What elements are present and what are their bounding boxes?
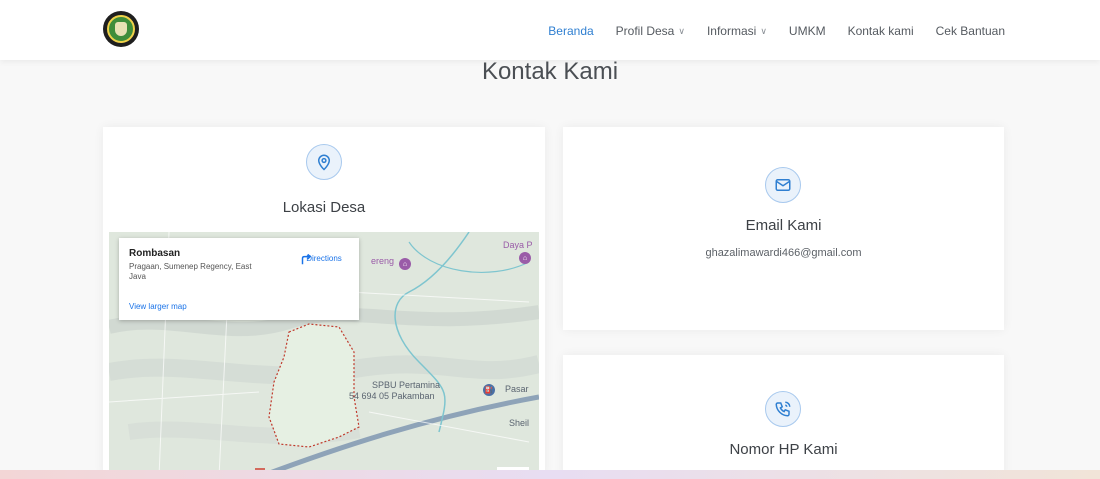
nav-umkm[interactable]: UMKM bbox=[789, 24, 826, 38]
phone-card: Nomor HP Kami bbox=[563, 355, 1004, 479]
directions-button[interactable]: Directions bbox=[299, 252, 349, 265]
mail-icon bbox=[765, 167, 801, 203]
bottom-strip bbox=[0, 470, 1100, 479]
gas-station-icon: ⛽ bbox=[483, 384, 495, 396]
map-poi-icon: ⌂ bbox=[399, 258, 411, 270]
email-heading: Email Kami bbox=[745, 217, 822, 234]
map-label-spbu-address: 54 694 05 Pakamban bbox=[349, 391, 435, 401]
embedded-map[interactable]: Rombasan Pragaan, Sumenep Regency, East … bbox=[109, 232, 539, 477]
map-label-daya: Daya P bbox=[503, 240, 533, 250]
map-label-pasar: Pasar bbox=[505, 384, 529, 394]
village-emblem-icon[interactable] bbox=[103, 11, 139, 47]
map-poi-icon: ⌂ bbox=[519, 252, 531, 264]
nav-profil-desa[interactable]: Profil Desa ∨ bbox=[616, 24, 685, 38]
nav-beranda[interactable]: Beranda bbox=[548, 24, 593, 38]
location-card: Lokasi Desa Rombasan Pragaan, Sumenep Re… bbox=[103, 127, 545, 477]
email-address-link[interactable]: ghazalimawardi466@gmail.com bbox=[563, 247, 1004, 259]
map-label-spbu: SPBU Pertamina bbox=[372, 380, 441, 390]
nav-kontak-kami[interactable]: Kontak kami bbox=[848, 24, 914, 38]
location-heading: Lokasi Desa bbox=[282, 199, 366, 216]
site-header: Beranda Profil Desa ∨ Informasi ∨ UMKM Kon… bbox=[0, 0, 1100, 60]
phone-icon bbox=[765, 391, 801, 427]
map-label-reng: ereng bbox=[371, 256, 395, 266]
chevron-down-icon: ∨ bbox=[760, 25, 767, 36]
view-larger-map-link[interactable]: View larger map bbox=[129, 302, 187, 311]
map-place-name: Rombasan bbox=[129, 248, 181, 259]
map-label-sheil: Sheil bbox=[509, 418, 530, 428]
chevron-down-icon: ∨ bbox=[678, 25, 685, 36]
email-card: Email Kami ghazalimawardi466@gmail.com bbox=[563, 127, 1004, 330]
nav-informasi[interactable]: Informasi ∨ bbox=[707, 24, 767, 38]
nav-cek-bantuan[interactable]: Cek Bantuan bbox=[936, 24, 1005, 38]
directions-icon bbox=[301, 253, 312, 265]
map-place-address: Pragaan, Sumenep Regency, East Java bbox=[129, 262, 252, 281]
main-nav: Beranda Profil Desa ∨ Informasi ∨ UMKM Kon… bbox=[526, 24, 1005, 38]
location-pin-icon bbox=[306, 144, 342, 180]
phone-heading: Nomor HP Kami bbox=[729, 441, 838, 458]
page-title: Kontak Kami bbox=[481, 58, 619, 85]
map-info-panel: Rombasan Pragaan, Sumenep Regency, East … bbox=[119, 238, 359, 320]
